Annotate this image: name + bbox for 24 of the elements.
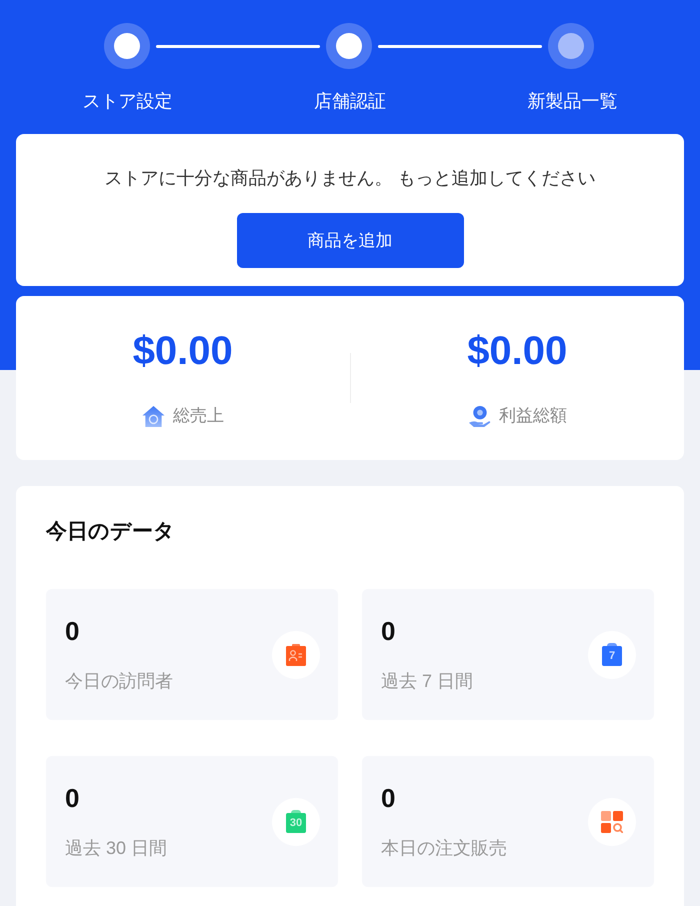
total-label: 総売上	[172, 405, 224, 427]
clipboard-person-icon	[272, 630, 320, 678]
grid-search-icon	[588, 798, 636, 846]
calendar-day-number: 30	[290, 818, 302, 828]
notice-message: ストアに十分な商品がありません。 もっと追加してください	[104, 167, 596, 190]
hand-coin-icon	[468, 404, 491, 428]
total-amount: $0.00	[467, 328, 568, 375]
calendar-day-number: 7	[608, 650, 616, 662]
step-label: 新製品一覧	[528, 90, 618, 113]
stat-value: 0	[381, 782, 396, 814]
today-title: 今日のデータ	[46, 519, 176, 545]
stat-value: 0	[65, 782, 80, 814]
step-label: 店舗認証	[314, 90, 386, 113]
stat-label: 本日の注文販売	[381, 837, 507, 860]
add-product-button[interactable]: 商品を追加	[236, 213, 464, 268]
total-amount: $0.00	[132, 328, 233, 375]
stat-value: 0	[381, 615, 396, 647]
stat-label: 過去 30 日間	[65, 837, 168, 860]
stat-label: 過去 7 日間	[381, 670, 474, 693]
total-label: 利益総額	[498, 405, 567, 427]
stat-label: 今日の訪問者	[65, 670, 173, 693]
step-label: ストア設定	[82, 90, 172, 113]
stat-value: 0	[65, 615, 80, 647]
house-coin-icon	[142, 404, 165, 428]
